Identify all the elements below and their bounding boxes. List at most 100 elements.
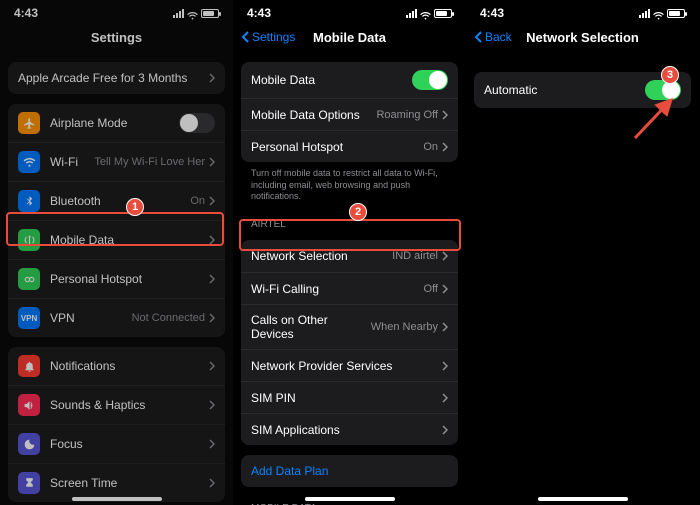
data-footer-note: Turn off mobile data to restrict all dat… xyxy=(251,168,448,203)
back-button[interactable]: Settings xyxy=(241,30,295,44)
hourglass-icon xyxy=(18,472,40,494)
data-options-row[interactable]: Mobile Data Options Roaming Off xyxy=(241,98,458,130)
signal-icon xyxy=(406,9,417,18)
annotation-arrow xyxy=(625,88,685,148)
bluetooth-value: On xyxy=(190,195,205,207)
wifi-label: Wi-Fi xyxy=(50,155,94,169)
chevron-right-icon xyxy=(442,322,448,332)
status-time: 4:43 xyxy=(14,6,38,20)
page-title: Mobile Data xyxy=(313,30,386,45)
battery-icon xyxy=(201,9,219,18)
network-selection-value: IND airtel xyxy=(392,250,438,262)
status-time: 4:43 xyxy=(247,6,271,20)
chevron-right-icon xyxy=(442,284,448,294)
status-bar: 4:43 xyxy=(466,0,699,22)
screentime-label: Screen Time xyxy=(50,476,209,490)
settings-screen: 4:43 Settings Apple Arcade Free for 3 Mo… xyxy=(0,0,233,505)
chevron-right-icon xyxy=(442,251,448,261)
airplane-label: Airplane Mode xyxy=(50,116,179,130)
vpn-icon: VPN xyxy=(18,307,40,329)
chevron-right-icon xyxy=(209,478,215,488)
wifi-settings-icon xyxy=(18,151,40,173)
automatic-label: Automatic xyxy=(484,83,645,97)
nav-bar: Settings Mobile Data xyxy=(233,22,466,52)
chevron-right-icon xyxy=(442,110,448,120)
hotspot-label: Personal Hotspot xyxy=(50,272,209,286)
chevron-right-icon xyxy=(209,400,215,410)
data-options-label: Mobile Data Options xyxy=(251,108,376,122)
calls-other-devices-row[interactable]: Calls on Other Devices When Nearby xyxy=(241,304,458,349)
bluetooth-row[interactable]: Bluetooth On xyxy=(8,181,225,220)
vpn-label: VPN xyxy=(50,311,132,325)
notifications-label: Notifications xyxy=(50,359,209,373)
chevron-right-icon xyxy=(209,274,215,284)
chevron-right-icon xyxy=(209,361,215,371)
sounds-label: Sounds & Haptics xyxy=(50,398,209,412)
bluetooth-icon xyxy=(18,190,40,212)
mobile-data-screen: 4:43 Settings Mobile Data Mobile Data Mo… xyxy=(233,0,466,505)
mobile-data-toggle-row[interactable]: Mobile Data xyxy=(241,62,458,98)
wifi-icon xyxy=(653,9,664,17)
notifications-row[interactable]: Notifications xyxy=(8,347,225,385)
antenna-icon xyxy=(18,229,40,251)
annotation-badge-3: 3 xyxy=(661,66,679,84)
airplane-toggle[interactable] xyxy=(179,113,215,133)
airplane-row[interactable]: Airplane Mode xyxy=(8,104,225,142)
sim-pin-row[interactable]: SIM PIN xyxy=(241,381,458,413)
airplane-icon xyxy=(18,112,40,134)
add-data-plan-button[interactable]: Add Data Plan xyxy=(241,455,458,487)
status-icons xyxy=(639,6,685,20)
annotation-badge-2: 2 xyxy=(349,203,367,221)
hotspot-label: Personal Hotspot xyxy=(251,140,423,154)
home-indicator[interactable] xyxy=(538,497,628,501)
status-icons xyxy=(173,6,219,20)
focus-label: Focus xyxy=(50,437,209,451)
battery-icon xyxy=(434,9,452,18)
chevron-right-icon xyxy=(209,235,215,245)
wifi-icon xyxy=(187,9,198,17)
back-button[interactable]: Back xyxy=(474,30,512,44)
hotspot-row[interactable]: Personal Hotspot On xyxy=(241,130,458,162)
bell-icon xyxy=(18,355,40,377)
mobile-data-toggle[interactable] xyxy=(412,70,448,90)
wifi-value: Tell My Wi-Fi Love Her xyxy=(94,156,205,168)
chevron-right-icon xyxy=(209,196,215,206)
chevron-right-icon xyxy=(209,313,215,323)
wifi-row[interactable]: Wi-Fi Tell My Wi-Fi Love Her xyxy=(8,142,225,181)
focus-row[interactable]: Focus xyxy=(8,424,225,463)
sounds-row[interactable]: Sounds & Haptics xyxy=(8,385,225,424)
wifi-icon xyxy=(420,9,431,17)
moon-icon xyxy=(18,433,40,455)
carrier-section-label: AIRTEL xyxy=(251,219,448,230)
sim-apps-row[interactable]: SIM Applications xyxy=(241,413,458,445)
connectivity-group: Airplane Mode Wi-Fi Tell My Wi-Fi Love H… xyxy=(8,104,225,337)
wifi-calling-value: Off xyxy=(424,283,438,295)
hotspot-icon xyxy=(18,268,40,290)
status-bar: 4:43 xyxy=(233,0,466,22)
bluetooth-label: Bluetooth xyxy=(50,194,190,208)
status-time: 4:43 xyxy=(480,6,504,20)
arcade-promo[interactable]: Apple Arcade Free for 3 Months xyxy=(8,62,225,94)
vpn-row[interactable]: VPN VPN Not Connected xyxy=(8,298,225,337)
arcade-label: Apple Arcade Free for 3 Months xyxy=(18,71,209,85)
calls-other-label: Calls on Other Devices xyxy=(251,313,371,341)
chevron-right-icon xyxy=(442,393,448,403)
network-selection-row[interactable]: Network Selection IND airtel xyxy=(241,240,458,272)
home-indicator[interactable] xyxy=(305,497,395,501)
calls-other-value: When Nearby xyxy=(371,321,438,333)
annotation-badge-1: 1 xyxy=(126,198,144,216)
attention-group: Notifications Sounds & Haptics Focus Scr… xyxy=(8,347,225,502)
provider-services-row[interactable]: Network Provider Services xyxy=(241,349,458,381)
mobile-data-row[interactable]: Mobile Data xyxy=(8,220,225,259)
status-bar: 4:43 xyxy=(0,0,233,22)
back-label: Back xyxy=(485,30,512,44)
wifi-calling-row[interactable]: Wi-Fi Calling Off xyxy=(241,272,458,304)
provider-services-label: Network Provider Services xyxy=(251,359,442,373)
home-indicator[interactable] xyxy=(72,497,162,501)
nav-bar: Settings xyxy=(0,22,233,52)
sim-apps-label: SIM Applications xyxy=(251,423,442,437)
speaker-icon xyxy=(18,394,40,416)
data-options-value: Roaming Off xyxy=(376,109,438,121)
page-title: Network Selection xyxy=(526,30,639,45)
hotspot-row[interactable]: Personal Hotspot xyxy=(8,259,225,298)
